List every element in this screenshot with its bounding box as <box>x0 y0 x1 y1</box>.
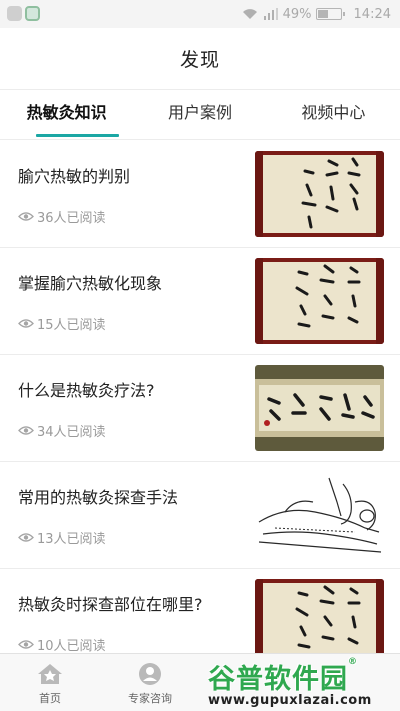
expert-icon <box>139 663 161 685</box>
sketch-illustration-thumbnail <box>255 472 384 558</box>
read-count-text: 36人已阅读 <box>37 211 106 226</box>
read-count-text: 15人已阅读 <box>37 318 106 333</box>
status-indicators: 49% 14:24 <box>242 5 391 23</box>
watermark-brand: 谷普软件园® <box>208 657 358 695</box>
nav-expert-consult[interactable]: 专家咨询 <box>100 654 200 711</box>
read-count-text: 13人已阅读 <box>37 532 106 547</box>
article-title: 什么是热敏灸疗法? <box>18 381 155 400</box>
page-header: 发现 <box>0 28 400 90</box>
nav-home[interactable]: 首页 <box>0 654 100 711</box>
eye-icon <box>18 212 34 221</box>
calligraphy-scroll-thumbnail <box>255 258 384 344</box>
eye-icon <box>18 426 34 435</box>
read-count: 34人已阅读 <box>18 421 106 440</box>
page-title: 发现 <box>179 49 220 71</box>
signal-icon <box>263 8 278 20</box>
article-item[interactable]: 常用的热敏灸探查手法 13人已阅读 <box>0 462 400 569</box>
category-tabs: 热敏灸知识 用户案例 视频中心 <box>0 90 400 140</box>
read-count-text: 34人已阅读 <box>37 425 106 440</box>
article-item[interactable]: 掌握腧穴热敏化现象 15人已阅读 <box>0 248 400 355</box>
nav-expert-label: 专家咨询 <box>128 692 172 705</box>
battery-icon <box>315 8 345 20</box>
status-bar: 49% 14:24 <box>0 0 400 28</box>
read-count-text: 10人已阅读 <box>37 639 106 653</box>
calligraphy-banner-thumbnail <box>255 365 384 451</box>
eye-icon <box>18 319 34 328</box>
battery-percent: 49% <box>282 6 312 22</box>
calligraphy-scroll-thumbnail <box>255 151 384 237</box>
article-item[interactable]: 什么是热敏灸疗法? 34人已阅读 <box>0 355 400 462</box>
nav-home-label: 首页 <box>39 692 61 705</box>
tab-user-cases[interactable]: 用户案例 <box>133 90 266 139</box>
tab-video-center[interactable]: 视频中心 <box>267 90 400 139</box>
article-title: 腧穴热敏的判别 <box>18 167 131 186</box>
eye-icon <box>18 640 34 649</box>
read-count: 13人已阅读 <box>18 528 106 547</box>
read-count: 10人已阅读 <box>18 635 106 653</box>
app-notification-icon <box>25 6 40 21</box>
site-watermark: 谷普软件园® www.gupuxlazai.com <box>208 657 394 708</box>
article-title: 热敏灸时探查部位在哪里? <box>18 595 203 614</box>
home-icon <box>38 664 62 684</box>
clock: 14:24 <box>353 6 391 22</box>
article-list: 腧穴热敏的判别 36人已阅读 掌握腧穴热敏化现象 15人已阅读 什么是热敏灸疗法… <box>0 141 400 653</box>
article-title: 常用的热敏灸探查手法 <box>18 488 179 507</box>
wifi-icon <box>242 9 257 19</box>
watermark-brand-text: 谷普软件园 <box>208 664 348 695</box>
watermark-url: www.gupuxlazai.com <box>208 693 372 708</box>
article-item[interactable]: 腧穴热敏的判别 36人已阅读 <box>0 141 400 248</box>
notification-icon <box>7 6 22 21</box>
read-count: 15人已阅读 <box>18 314 106 333</box>
read-count: 36人已阅读 <box>18 207 106 226</box>
article-item[interactable]: 热敏灸时探查部位在哪里? 10人已阅读 <box>0 569 400 653</box>
article-title: 掌握腧穴热敏化现象 <box>18 274 163 293</box>
calligraphy-scroll-thumbnail <box>255 579 384 653</box>
eye-icon <box>18 533 34 542</box>
tab-knowledge[interactable]: 热敏灸知识 <box>0 90 133 139</box>
